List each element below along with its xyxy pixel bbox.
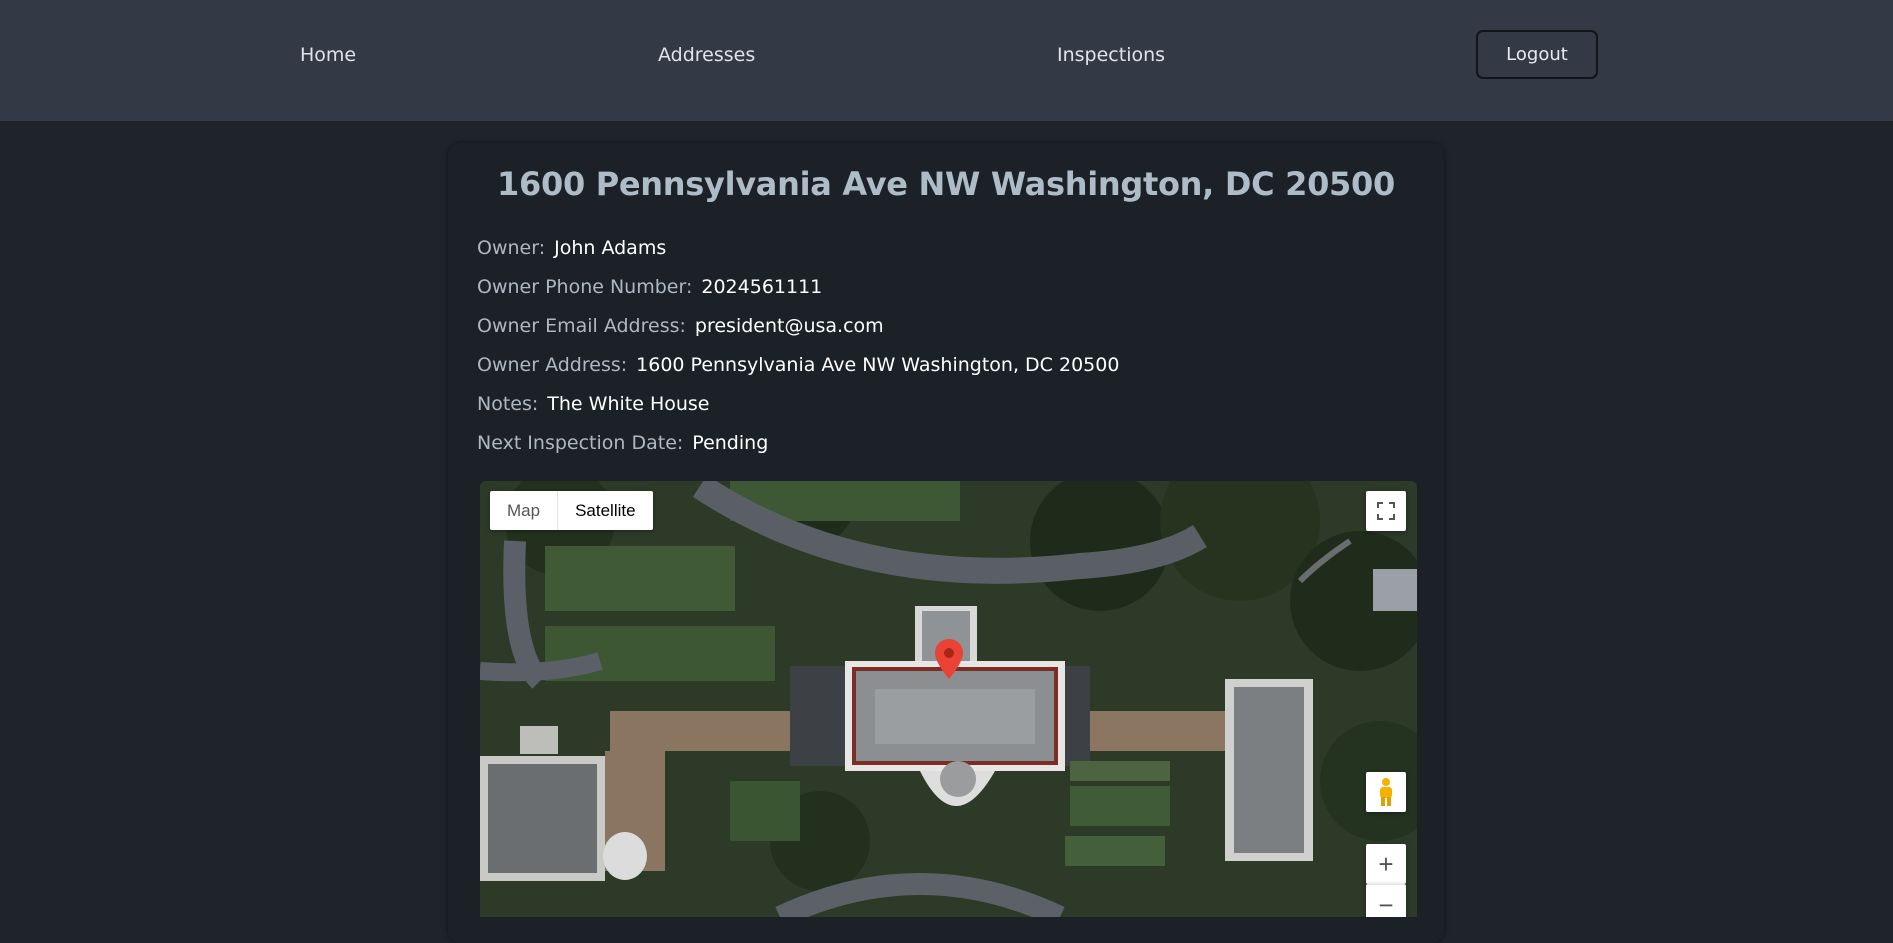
next-inspection-label: Next Inspection Date: <box>477 432 684 454</box>
top-navbar: Home Addresses Inspections Logout <box>0 0 1893 121</box>
satellite-map[interactable]: Map Satellite + − <box>480 481 1417 917</box>
next-inspection-value: Pending <box>692 432 769 454</box>
notes-label: Notes: <box>477 393 539 415</box>
owner-email-value: president@usa.com <box>694 315 884 337</box>
owner-phone-row: Owner Phone Number: 2024561111 <box>477 276 822 298</box>
map-type-map-button[interactable]: Map <box>490 491 559 530</box>
fullscreen-icon <box>1377 502 1395 520</box>
owner-email-row: Owner Email Address: president@usa.com <box>477 315 884 337</box>
owner-phone-label: Owner Phone Number: <box>477 276 693 298</box>
owner-label: Owner: <box>477 237 546 259</box>
owner-email-label: Owner Email Address: <box>477 315 686 337</box>
zoom-in-button[interactable]: + <box>1366 844 1406 884</box>
map-marker-icon[interactable] <box>935 639 963 679</box>
pegman-icon <box>1380 778 1392 806</box>
nav-home-link[interactable]: Home <box>300 44 356 66</box>
owner-phone-value: 2024561111 <box>701 276 823 298</box>
zoom-out-button[interactable]: − <box>1366 884 1406 917</box>
map-type-toggle: Map Satellite <box>490 491 653 530</box>
logout-button[interactable]: Logout <box>1476 30 1598 79</box>
owner-row: Owner: John Adams <box>477 237 666 259</box>
fullscreen-button[interactable] <box>1366 491 1406 531</box>
owner-address-row: Owner Address: 1600 Pennsylvania Ave NW W… <box>477 354 1119 376</box>
map-type-satellite-button[interactable]: Satellite <box>558 491 652 530</box>
owner-address-label: Owner Address: <box>477 354 628 376</box>
street-view-pegman-button[interactable] <box>1366 772 1406 812</box>
owner-address-value: 1600 Pennsylvania Ave NW Washington, DC … <box>636 354 1120 376</box>
nav-inspections-link[interactable]: Inspections <box>1057 44 1165 66</box>
page-title: 1600 Pennsylvania Ave NW Washington, DC … <box>497 165 1395 203</box>
nav-addresses-link[interactable]: Addresses <box>658 44 755 66</box>
notes-row: Notes: The White House <box>477 393 710 415</box>
satellite-imagery <box>480 481 1417 917</box>
notes-value: The White House <box>547 393 710 415</box>
next-inspection-row: Next Inspection Date: Pending <box>477 432 768 454</box>
owner-value: John Adams <box>554 237 667 259</box>
